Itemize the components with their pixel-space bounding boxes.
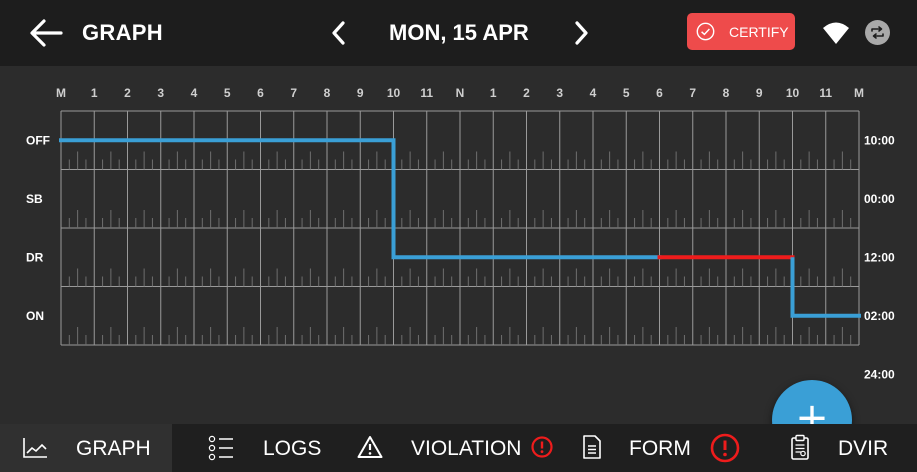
hour-tick-label: 9 (756, 86, 763, 100)
clipboard-icon (791, 434, 809, 460)
hour-tick-label: 2 (124, 86, 131, 100)
hour-tick-label: 4 (191, 86, 198, 100)
hour-tick-label: 5 (623, 86, 630, 100)
hour-tick-label: 3 (556, 86, 563, 100)
hour-tick-label: 4 (590, 86, 597, 100)
log-graph-area: M 1 2 3 4 5 6 7 8 9 10 11 N 1 2 3 4 5 6 7 8 9 10 11 M OFF SB DR ON 10… (0, 66, 917, 460)
status-total-0: 10:00 (864, 133, 895, 147)
hour-tick-label: 11 (420, 86, 433, 100)
hour-tick-label: 8 (324, 86, 331, 100)
hour-tick-label: 7 (290, 86, 297, 100)
previous-day-chevron-icon[interactable] (326, 18, 350, 48)
top-app-bar: GRAPH MON, 15 APR CERTIFY (0, 0, 917, 66)
tab-form-label: FORM (629, 437, 691, 460)
hour-tick-label: N (456, 86, 465, 100)
hour-tick-label: 8 (723, 86, 730, 100)
hour-tick-label: 5 (224, 86, 231, 100)
hour-tick-label: 10 (786, 86, 800, 100)
hour-tick-label: 11 (819, 86, 832, 100)
line-chart-icon (23, 438, 47, 458)
status-label-sb: SB (26, 192, 43, 206)
selected-date: MON, 15 APR (389, 20, 529, 45)
hour-tick-label: 7 (689, 86, 696, 100)
status-label-on: ON (26, 309, 44, 323)
hos-log-graph: M 1 2 3 4 5 6 7 8 9 10 11 N 1 2 3 4 5 6 7 8 9 10 11 M OFF SB DR ON 10… (26, 86, 895, 381)
hour-tick-label: 6 (656, 86, 663, 100)
certify-button[interactable]: CERTIFY (687, 13, 795, 50)
status-total-3: 02:00 (864, 309, 895, 323)
tab-violation[interactable]: VIOLATION (350, 424, 560, 472)
tab-form[interactable]: FORM (570, 424, 750, 472)
hour-tick-label: 3 (157, 86, 164, 100)
hour-tick-label: 1 (91, 86, 98, 100)
hour-tick-label: M (854, 86, 864, 100)
check-circle-icon (696, 22, 715, 41)
page-title: GRAPH (82, 20, 163, 45)
tab-graph-label: GRAPH (76, 437, 151, 460)
bottom-navigation: GRAPH LOGS VIOLATION FORM DVIR (0, 424, 917, 472)
hour-tick-label: 6 (257, 86, 264, 100)
tab-dvir-label: DVIR (838, 437, 889, 460)
warning-triangle-icon (357, 436, 383, 458)
next-day-chevron-icon[interactable] (570, 18, 594, 48)
form-alert-icon (710, 433, 740, 463)
tab-logs-label: LOGS (263, 437, 322, 460)
document-icon (583, 435, 601, 459)
hour-tick-label: M (56, 86, 66, 100)
tab-graph[interactable]: GRAPH (0, 424, 172, 472)
certify-label: CERTIFY (729, 24, 789, 40)
hour-tick-label: 2 (523, 86, 530, 100)
status-total-2: 12:00 (864, 250, 895, 264)
list-icon (208, 435, 233, 461)
sync-icon[interactable] (865, 20, 890, 45)
status-label-dr: DR (26, 250, 44, 264)
hour-tick-label: 9 (357, 86, 364, 100)
hour-tick-label: 10 (387, 86, 401, 100)
status-label-off: OFF (26, 133, 50, 147)
wifi-icon (823, 22, 849, 44)
tab-dvir[interactable]: DVIR (780, 424, 917, 472)
status-total-4: 24:00 (864, 367, 895, 381)
tab-logs[interactable]: LOGS (200, 424, 340, 472)
hour-tick-label: 1 (490, 86, 497, 100)
back-arrow-icon[interactable] (28, 16, 64, 50)
tab-violation-label: VIOLATION (411, 437, 522, 460)
status-total-1: 00:00 (864, 192, 895, 206)
violation-alert-icon (531, 436, 553, 458)
